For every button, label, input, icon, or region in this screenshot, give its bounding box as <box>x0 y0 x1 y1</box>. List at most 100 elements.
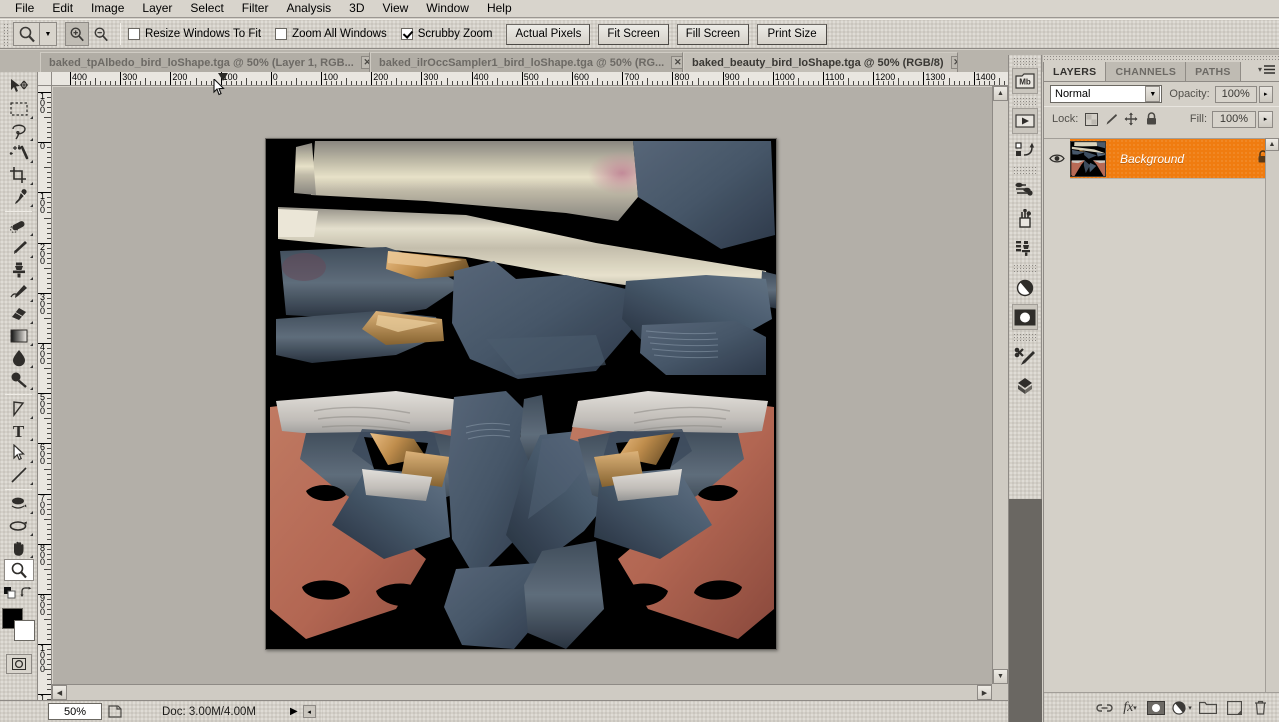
menu-file[interactable]: File <box>6 0 43 17</box>
add-layer-mask-icon[interactable] <box>1143 697 1169 719</box>
eyedropper-tool[interactable] <box>4 186 34 208</box>
history-icon[interactable] <box>1012 137 1038 163</box>
zoom-tool[interactable] <box>3 559 34 581</box>
dock-grip[interactable] <box>1013 264 1037 272</box>
options-bar-grip[interactable] <box>2 22 10 46</box>
brush-tool[interactable] <box>4 237 34 259</box>
scroll-right-button[interactable]: ▶ <box>977 685 992 700</box>
new-adjustment-layer-icon[interactable]: ▾ <box>1169 697 1195 719</box>
layer-name[interactable]: Background <box>1120 152 1257 166</box>
adjustments-icon[interactable] <box>1012 275 1038 301</box>
document-tab-beauty[interactable]: baked_beauty_bird_loShape.tga @ 50% (RGB… <box>683 52 958 72</box>
checkbox-box-zoom-all[interactable] <box>275 28 288 40</box>
fill-value[interactable]: 100% <box>1212 110 1256 128</box>
close-icon[interactable]: ✕ <box>671 56 682 69</box>
clone-stamp-tool[interactable] <box>4 259 34 281</box>
3d-rotate-tool[interactable] <box>4 493 34 515</box>
3d-orbit-camera-tool[interactable] <box>4 515 34 537</box>
menu-select[interactable]: Select <box>181 0 232 17</box>
zoom-all-windows-checkbox[interactable]: Zoom All Windows <box>275 28 387 40</box>
hand-tool[interactable] <box>4 537 34 559</box>
canvas-scroll-area[interactable] <box>53 87 992 684</box>
crop-tool[interactable] <box>4 164 34 186</box>
path-selection-tool[interactable] <box>4 442 34 464</box>
dock-grip[interactable] <box>1013 57 1037 65</box>
menu-image[interactable]: Image <box>82 0 133 17</box>
tab-layers[interactable]: LAYERS <box>1044 62 1107 81</box>
scrubby-zoom-checkbox[interactable]: Scrubby Zoom <box>400 28 492 40</box>
lock-image-pixels-icon[interactable] <box>1103 111 1119 127</box>
horizontal-type-tool[interactable]: T <box>4 420 34 442</box>
magic-wand-tool[interactable] <box>4 142 34 164</box>
layer-style-fx-icon[interactable]: fx ▾ <box>1117 697 1143 719</box>
vertical-ruler[interactable]: 100010020030040050060070080090010001100 <box>38 86 52 700</box>
spot-healing-brush-tool[interactable] <box>4 215 34 237</box>
preview-proxy-icon[interactable] <box>104 703 126 721</box>
mini-bridge-icon[interactable]: Mb <box>1012 68 1038 94</box>
canvas-vertical-scrollbar[interactable]: ▲ ▼ <box>992 86 1008 684</box>
opacity-value[interactable]: 100% <box>1214 85 1257 103</box>
3d-icon[interactable] <box>1012 373 1038 399</box>
panel-menu-icon[interactable]: ▾ <box>1258 65 1275 74</box>
opacity-slider-button[interactable]: ▸ <box>1258 85 1273 103</box>
tab-channels[interactable]: CHANNELS <box>1106 62 1187 81</box>
menu-view[interactable]: View <box>373 0 417 17</box>
history-brush-tool[interactable] <box>4 281 34 303</box>
menu-window[interactable]: Window <box>417 0 478 17</box>
menu-filter[interactable]: Filter <box>233 0 278 17</box>
quick-mask-mode-button[interactable] <box>5 654 32 674</box>
fill-screen-button[interactable]: Fill Screen <box>676 23 750 45</box>
menu-edit[interactable]: Edit <box>43 0 82 17</box>
status-menu-arrow-icon[interactable]: ▶ <box>290 706 298 717</box>
menu-layer[interactable]: Layer <box>133 0 181 17</box>
blend-mode-select[interactable]: Normal ▼ <box>1050 85 1163 103</box>
lasso-tool[interactable] <box>4 120 34 142</box>
new-group-icon[interactable] <box>1195 697 1221 719</box>
lock-position-icon[interactable] <box>1123 111 1139 127</box>
checkbox-box-scrubby-zoom[interactable] <box>400 28 413 40</box>
color-icon[interactable] <box>1012 177 1038 203</box>
scroll-left-button[interactable]: ◀ <box>52 685 67 700</box>
fill-slider-button[interactable]: ▸ <box>1258 110 1273 128</box>
pen-tool[interactable] <box>4 398 34 420</box>
horizontal-ruler[interactable]: 400 300 200 100 0 100 200 300 400 500 600 700 800 900… <box>52 72 1008 86</box>
move-tool[interactable] <box>4 76 34 98</box>
default-colors-icon[interactable] <box>3 587 16 602</box>
rectangular-marquee-tool[interactable] <box>4 98 34 120</box>
scroll-down-button[interactable]: ▼ <box>993 669 1008 684</box>
dock-grip[interactable] <box>1013 97 1037 105</box>
image-canvas[interactable] <box>265 138 777 650</box>
lock-transparent-pixels-icon[interactable] <box>1083 111 1099 127</box>
delete-layer-icon[interactable] <box>1247 697 1273 719</box>
menu-help[interactable]: Help <box>478 0 521 17</box>
tool-presets-icon[interactable] <box>1012 344 1038 370</box>
print-size-button[interactable]: Print Size <box>757 23 828 45</box>
dodge-tool[interactable] <box>4 369 34 391</box>
close-icon[interactable]: ✕ <box>360 56 369 69</box>
tool-preset-picker[interactable]: ▼ <box>13 22 57 46</box>
resize-windows-to-fit-checkbox[interactable]: Resize Windows To Fit <box>128 28 261 40</box>
zoom-in-button[interactable] <box>65 22 89 46</box>
actual-pixels-button[interactable]: Actual Pixels <box>506 23 591 45</box>
background-color-swatch[interactable] <box>13 620 35 641</box>
layer-visibility-toggle[interactable] <box>1044 138 1070 179</box>
scroll-up-button[interactable]: ▲ <box>993 86 1008 101</box>
swatches-icon[interactable] <box>1012 206 1038 232</box>
timeline-animation-icon[interactable] <box>1012 108 1038 134</box>
layers-panel-grip[interactable] <box>1043 55 1279 62</box>
chevron-down-icon[interactable]: ▼ <box>1145 86 1161 102</box>
dock-grip[interactable] <box>1013 166 1037 174</box>
document-tab-albedo[interactable]: baked_tpAlbedo_bird_loShape.tga @ 50% (L… <box>40 52 370 72</box>
menu-3d[interactable]: 3D <box>340 0 373 17</box>
status-resize-grip[interactable]: ◂ <box>302 705 316 718</box>
masks-icon[interactable] <box>1012 304 1038 330</box>
menu-analysis[interactable]: Analysis <box>277 0 340 17</box>
zoom-level-input[interactable]: 50% <box>48 703 102 720</box>
ruler-origin-corner[interactable] <box>38 72 52 86</box>
close-icon[interactable]: ✕ <box>950 56 957 69</box>
swap-colors-icon[interactable] <box>19 587 34 602</box>
scroll-up-button[interactable]: ▲ <box>1265 138 1279 151</box>
checkbox-box-resize-windows[interactable] <box>128 28 140 40</box>
document-tab-occsampler[interactable]: baked_ilrOccSampler1_bird_loShape.tga @ … <box>370 52 683 72</box>
layer-list-scrollbar[interactable]: ▲ <box>1265 138 1279 692</box>
